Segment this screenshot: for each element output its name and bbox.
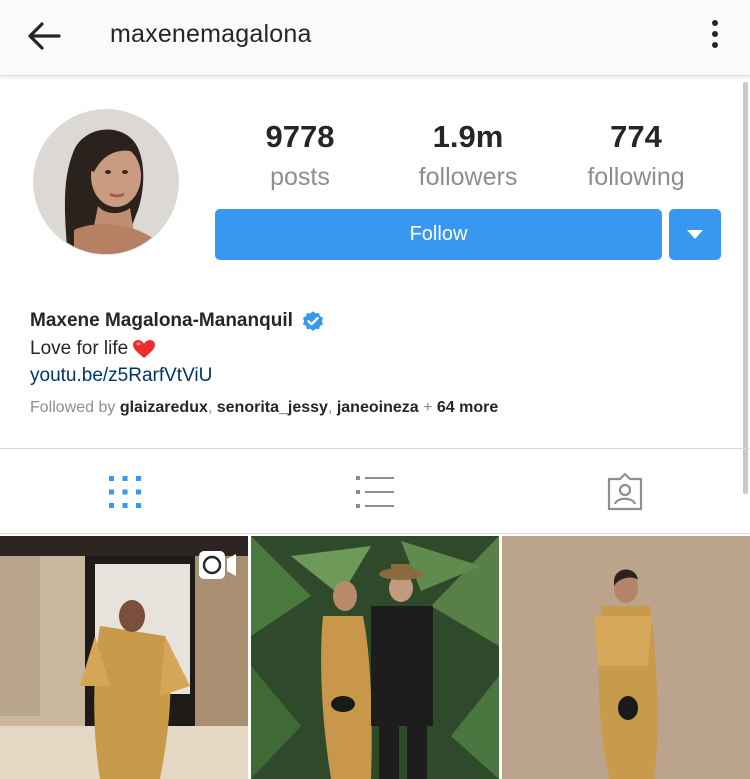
full-name-text: Maxene Magalona-Mananquil (30, 310, 293, 331)
profile-photo (34, 110, 178, 254)
follower-name[interactable]: janeoineza (337, 399, 419, 416)
follower-name[interactable]: senorita_jessy (217, 399, 328, 416)
post-image (502, 536, 750, 779)
post-thumbnail[interactable] (0, 536, 248, 779)
more-dot-icon (712, 31, 718, 37)
tab-tagged[interactable] (500, 449, 750, 535)
username-title: maxenemagalona (110, 20, 312, 48)
verified-badge-icon (302, 311, 323, 331)
tab-grid[interactable] (0, 449, 250, 535)
more-dot-icon (712, 20, 718, 26)
follower-name[interactable]: glaizaredux (120, 399, 208, 416)
list-icon (356, 476, 394, 508)
posts-count[interactable]: 9778 posts (230, 118, 370, 194)
bio-link[interactable]: youtu.be/z5RarfVtViU (30, 365, 212, 387)
tab-list[interactable] (250, 449, 500, 535)
video-icon (199, 551, 236, 579)
following-label: following (587, 163, 685, 191)
bio: Love for life (30, 338, 156, 360)
scrollbar[interactable] (743, 82, 748, 494)
full-name: Maxene Magalona-Mananquil (30, 309, 325, 333)
followers-count[interactable]: 1.9m followers (398, 118, 538, 194)
followers-label: followers (418, 163, 518, 191)
post-thumbnail[interactable] (251, 536, 499, 779)
avatar[interactable] (33, 109, 179, 255)
more-dot-icon (712, 42, 718, 48)
heart-icon (133, 340, 156, 358)
following-number: 774 (610, 119, 662, 154)
followed-by-prefix: Followed by (30, 399, 116, 416)
post-thumbnail[interactable] (502, 536, 750, 779)
follow-button[interactable]: Follow (215, 209, 662, 260)
posts-number: 9778 (265, 119, 335, 154)
followers-number: 1.9m (432, 119, 504, 154)
bio-text: Love for life (30, 338, 129, 359)
back-arrow-icon (28, 22, 61, 50)
following-count[interactable]: 774 following (566, 118, 706, 194)
post-image (251, 536, 499, 779)
grid-icon (109, 476, 141, 508)
back-button[interactable] (24, 16, 64, 56)
more-options-button[interactable] (700, 14, 730, 54)
suggestions-dropdown-button[interactable] (669, 209, 721, 260)
more-followers-link[interactable]: 64 more (437, 399, 498, 416)
profile-tabs (0, 448, 750, 534)
posts-label: posts (270, 163, 330, 191)
followed-by-text[interactable]: Followed by glaizaredux, senorita_jessy,… (30, 399, 498, 417)
tagged-icon (607, 472, 643, 511)
caret-down-icon (687, 230, 703, 239)
top-bar: maxenemagalona (0, 0, 750, 76)
